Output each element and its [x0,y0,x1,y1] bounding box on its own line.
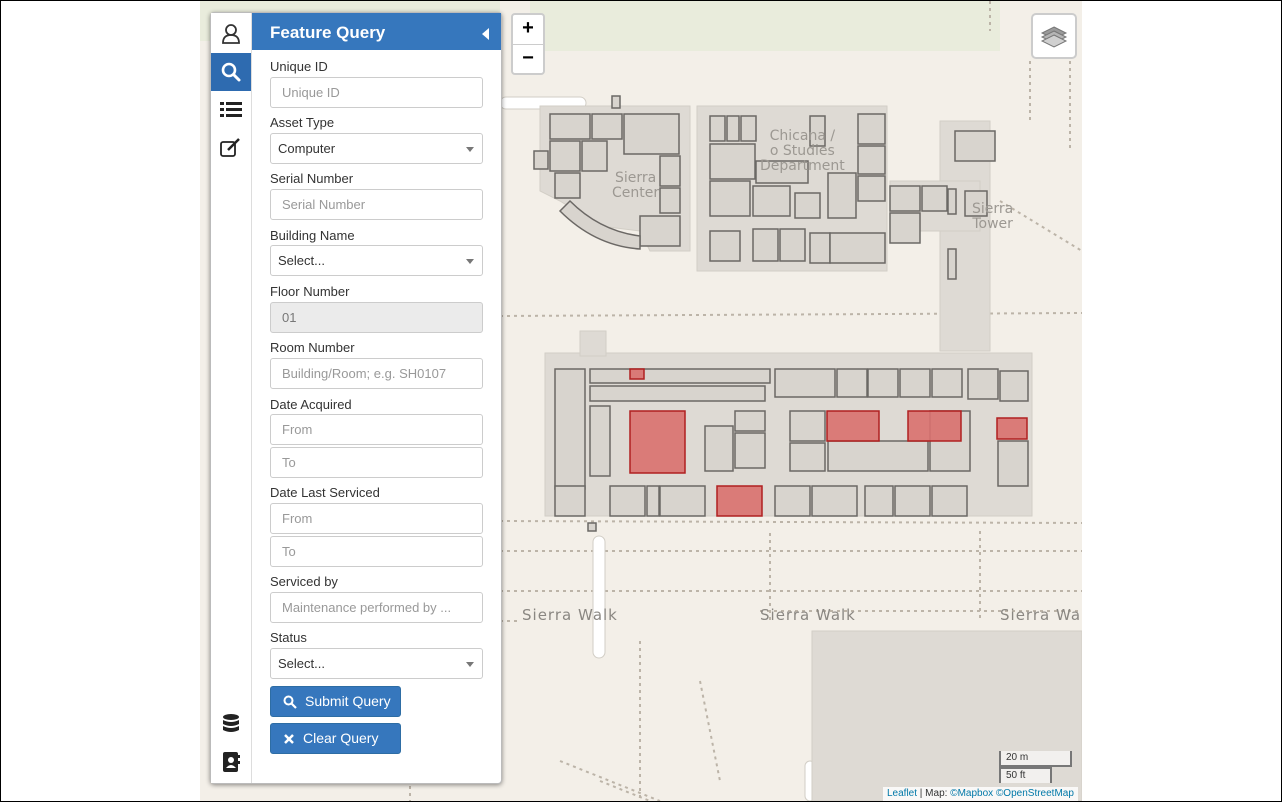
tab-user[interactable] [211,15,251,53]
asset-type-value: Computer [278,141,336,156]
osm-link[interactable]: ©OpenStreetMap [996,788,1074,799]
tab-contacts[interactable] [211,743,251,781]
date-acquired-label: Date Acquired [270,397,352,412]
zoom-out-button[interactable]: − [513,45,543,74]
sidebar: Feature Query Unique ID Unique ID Asset … [210,12,502,784]
status-select[interactable]: Select... [270,648,483,679]
serial-number-label: Serial Number [270,171,354,186]
pane-title: Feature Query [270,23,386,42]
chevron-down-icon [466,147,474,152]
floor-number-label: Floor Number [270,284,350,299]
building-label-sierra-tower: Sierra Tower [972,201,1014,232]
floor-number-input: 01 [270,302,483,333]
tab-list[interactable] [211,91,251,129]
clear-query-button[interactable]: Clear Query [270,723,401,754]
close-icon [284,733,294,744]
pane-header: Feature Query [252,13,501,50]
mapbox-link[interactable]: ©Mapbox [950,788,993,799]
submit-query-label: Submit Query [305,693,391,709]
status-label: Status [270,630,307,645]
asset-type-label: Asset Type [270,115,335,130]
unique-id-input[interactable]: Unique ID [270,77,483,108]
street-label-sierra-walk-2: Sierra Walk [760,606,856,624]
chevron-down-icon [466,662,474,667]
status-value: Select... [278,656,325,671]
zoom-in-button[interactable]: + [513,15,543,45]
map-attribution: Leaflet | Map: ©Mapbox ©OpenStreetMap [883,787,1078,801]
attribution-separator: | Map: [917,788,951,799]
app-frame: Sierra Walk Sierra Walk Sierra Wal Sierr… [0,0,1282,802]
date-acquired-from-input[interactable]: From [270,414,483,445]
submit-query-button[interactable]: Submit Query [270,686,401,717]
room-number-label: Room Number [270,340,355,355]
sidebar-tabs [211,13,251,783]
date-acquired-to-input[interactable]: To [270,447,483,478]
building-label-sierra-center: Sierra Center [612,170,660,201]
clear-query-label: Clear Query [303,730,379,746]
room-number-input[interactable]: Building/Room; e.g. SH0107 [270,358,483,389]
scale-imperial: 50 ft [999,767,1052,783]
collapse-icon[interactable] [482,28,489,40]
asset-type-select[interactable]: Computer [270,133,483,164]
serviced-by-label: Serviced by [270,574,338,589]
zoom-control: + − [511,13,545,75]
feature-query-pane: Feature Query Unique ID Unique ID Asset … [251,13,501,783]
chevron-down-icon [466,259,474,264]
contacts-icon [223,752,240,772]
serial-number-input[interactable]: Serial Number [270,189,483,220]
serviced-by-input[interactable]: Maintenance performed by ... [270,592,483,623]
date-serviced-to-input[interactable]: To [270,536,483,567]
tab-database[interactable] [211,705,251,743]
edit-icon [220,138,240,157]
database-icon [223,714,239,732]
scale-bar: 20 m 50 ft [999,751,1075,783]
list-icon [220,102,242,117]
building-name-label: Building Name [270,228,355,243]
date-last-serviced-label: Date Last Serviced [270,485,380,500]
building-label-chicana-studies: Chicana / o Studies Department [760,128,845,174]
layers-icon [1040,26,1068,48]
search-icon [221,62,241,82]
layers-button[interactable] [1031,13,1077,59]
building-name-value: Select... [278,253,325,268]
building-name-select[interactable]: Select... [270,245,483,276]
tab-search[interactable] [211,53,251,91]
street-label-sierra-walk-1: Sierra Walk [522,606,618,624]
search-icon [283,695,297,709]
leaflet-link[interactable]: Leaflet [887,788,917,799]
user-icon [222,24,240,44]
tab-edit[interactable] [211,129,251,167]
date-serviced-from-input[interactable]: From [270,503,483,534]
scale-metric: 20 m [999,751,1072,767]
street-label-sierra-walk-3: Sierra Wal [1000,606,1082,624]
unique-id-label: Unique ID [270,59,328,74]
